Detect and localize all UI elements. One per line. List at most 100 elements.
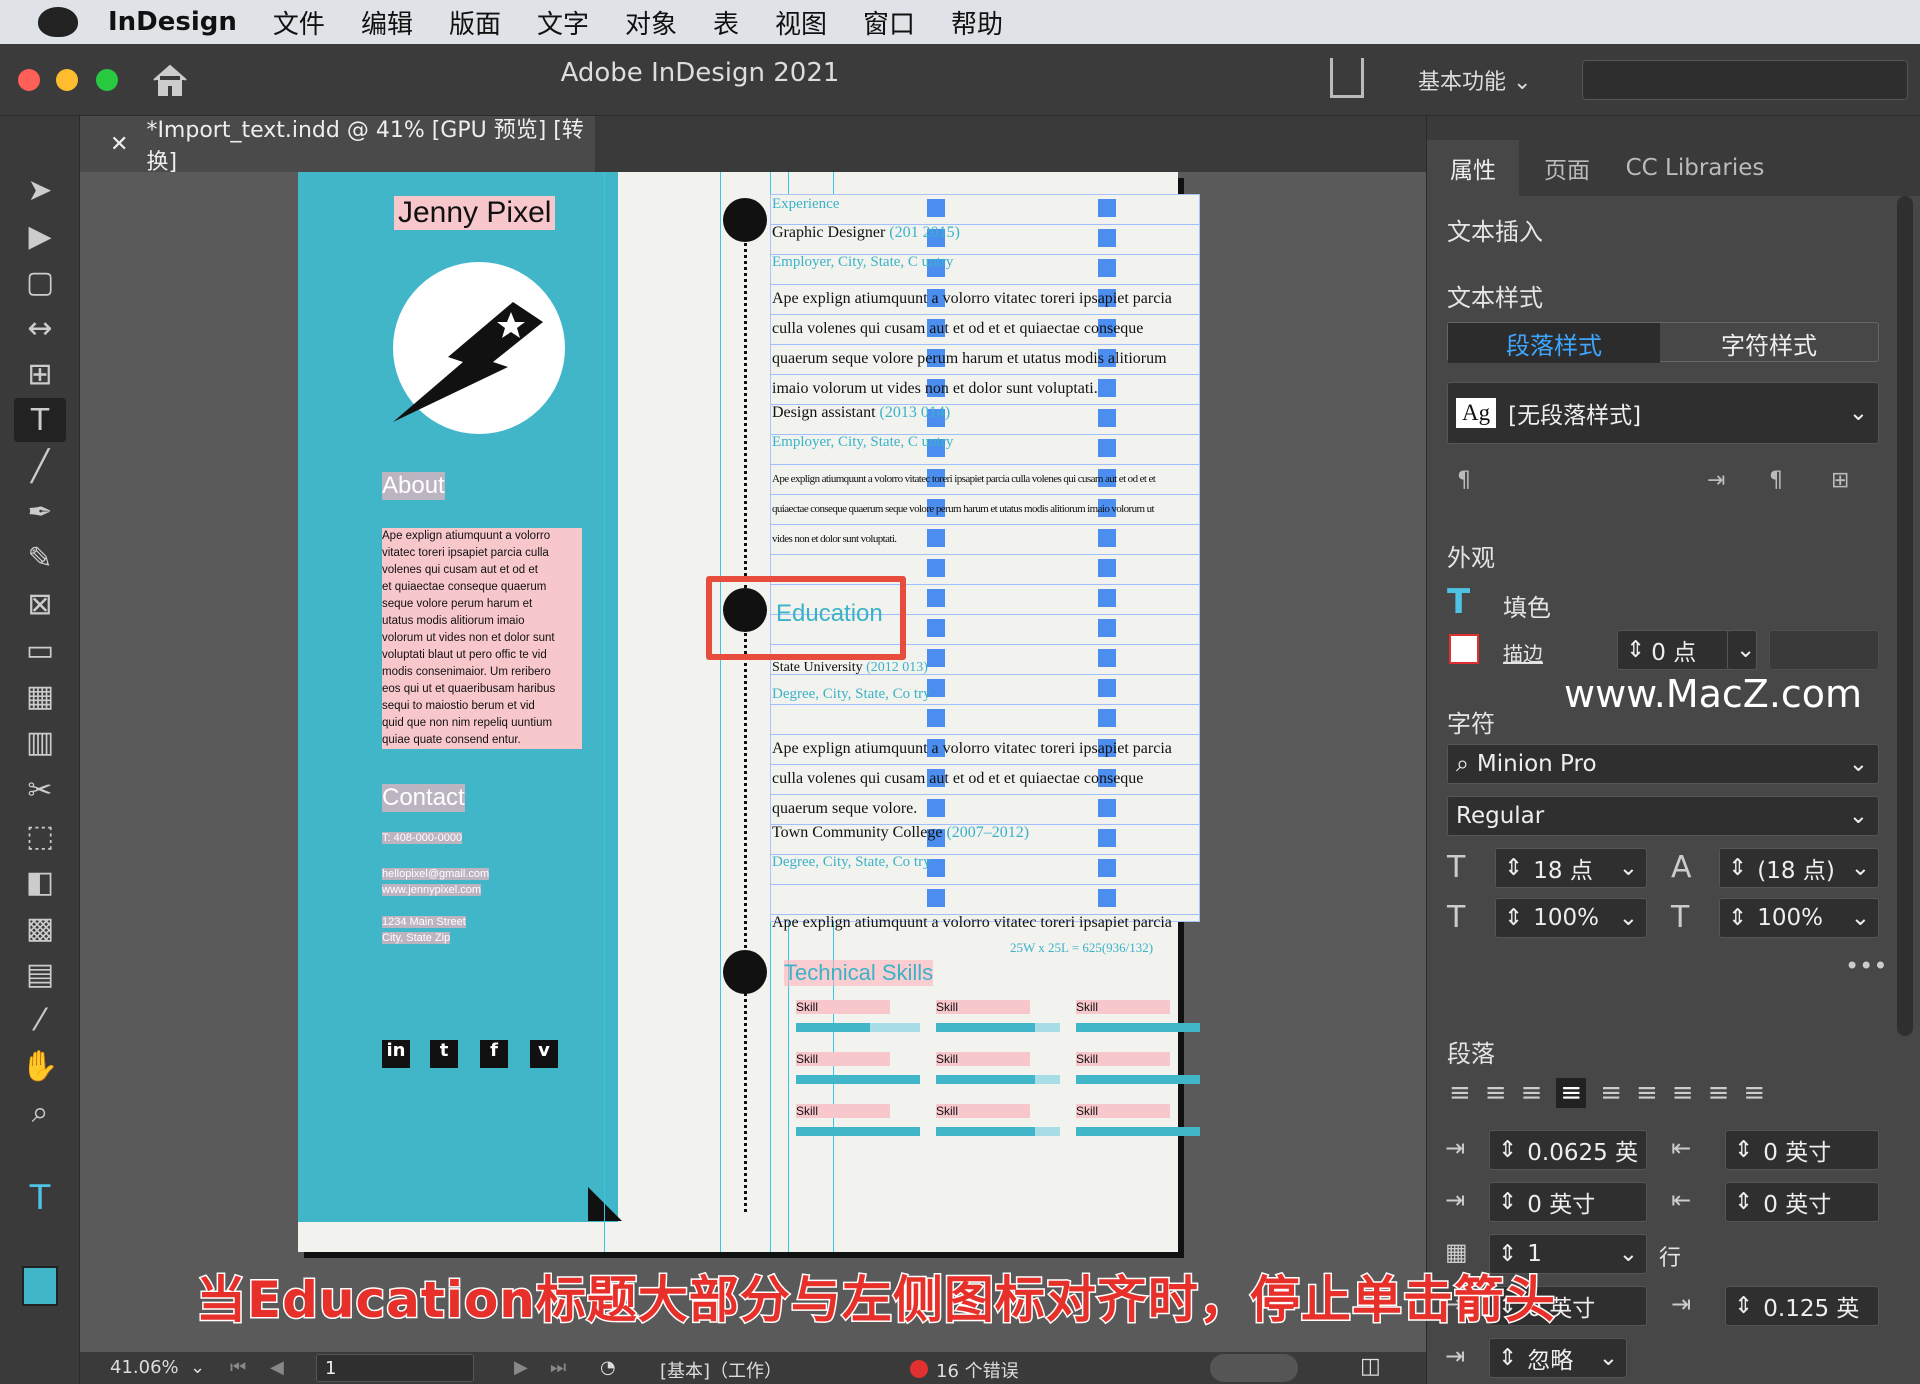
document-tab[interactable]: ✕ *Import_text.indd @ 41% [GPU 预览] [转换] — [80, 116, 595, 175]
pencil-tool-icon[interactable]: ✎ — [14, 536, 66, 580]
stepper-icon[interactable]: ⇕ — [1504, 905, 1523, 931]
degree-line-2[interactable]: Degree, City, State, Co try — [772, 854, 931, 871]
tools-icon[interactable] — [723, 950, 767, 994]
tab-cc-libraries[interactable]: CC Libraries — [1615, 140, 1775, 196]
stroke-weight-field[interactable]: ⇕ 0 点 — [1617, 630, 1729, 670]
apple-icon[interactable] — [38, 7, 78, 37]
line-tool-icon[interactable]: ╱ — [14, 444, 66, 488]
pilcrow-icon[interactable]: ¶ — [1457, 468, 1471, 493]
stepper-icon[interactable]: ⇕ — [1498, 1345, 1517, 1371]
gradient-feather-tool-icon[interactable]: ▩ — [14, 906, 66, 950]
tab-properties[interactable]: 属性 — [1427, 140, 1519, 196]
free-transform-tool-icon[interactable]: ⬚ — [14, 814, 66, 858]
align-away-spine-icon[interactable]: ≡ — [1743, 1078, 1765, 1108]
page-tool-icon[interactable]: ▢ — [14, 260, 66, 304]
search-input[interactable] — [1582, 60, 1908, 100]
paragraph-style-select[interactable]: Ag [无段落样式] ⌄ — [1447, 382, 1879, 444]
space-after-field[interactable]: ⇕ 0.125 英 — [1725, 1286, 1879, 1326]
leading-field[interactable]: ⇕ (18 点) ⌄ — [1719, 848, 1879, 888]
text-insert-label[interactable]: 文本插入 — [1447, 212, 1543, 247]
gap-tool-icon[interactable]: ↔ — [14, 306, 66, 350]
skills-heading[interactable]: Technical Skills — [784, 960, 934, 986]
grid-tool-icon[interactable]: ▥ — [14, 720, 66, 764]
stepper-icon[interactable]: ⇕ — [1728, 855, 1747, 881]
gradient-swatch-tool-icon[interactable]: ◧ — [14, 860, 66, 904]
skill-item[interactable]: Skill — [936, 996, 1060, 1032]
linkedin-icon[interactable]: in — [382, 1040, 410, 1068]
menu-type[interactable]: 文字 — [537, 4, 589, 41]
experience-heading[interactable]: Experience — [772, 196, 839, 213]
avatar[interactable] — [393, 262, 565, 434]
menu-view[interactable]: 视图 — [775, 4, 827, 41]
briefcase-icon[interactable] — [723, 198, 767, 242]
rectangle-tool-icon[interactable]: ▭ — [14, 628, 66, 672]
contact-heading[interactable]: Contact — [382, 784, 465, 812]
align-towards-spine-icon[interactable]: ≡ — [1708, 1078, 1730, 1108]
justify-center-icon[interactable]: ≡ — [1600, 1078, 1622, 1108]
type-tool-icon[interactable]: T — [14, 398, 66, 442]
job-title-1[interactable]: Graphic Designer (201 2015) — [772, 224, 960, 242]
about-body[interactable]: Ape explign atiumquunt a volorro vitatec… — [382, 528, 582, 749]
content-collector-icon[interactable]: ⊞ — [14, 352, 66, 396]
employer-line[interactable]: Employer, City, State, C untry — [772, 254, 953, 271]
align-to-grid-select[interactable]: ⇕ 忽略 ⌄ — [1489, 1338, 1627, 1378]
right-indent-field[interactable]: ⇕ 0 英寸 — [1725, 1130, 1879, 1170]
twitter-icon[interactable]: t — [430, 1040, 458, 1068]
stepper-icon[interactable]: ⇕ — [1734, 1137, 1753, 1163]
facebook-icon[interactable]: f — [480, 1040, 508, 1068]
skill-item[interactable]: Skill — [796, 1100, 920, 1136]
load-styles-icon[interactable]: ⇥ — [1707, 468, 1725, 493]
selection-tool-icon[interactable]: ➤ — [14, 168, 66, 212]
share-icon[interactable] — [1330, 58, 1364, 98]
skill-item[interactable]: Skill — [796, 1048, 920, 1084]
more-options-icon[interactable]: ••• — [1845, 952, 1887, 980]
next-page-icon[interactable]: ▶ — [514, 1357, 528, 1378]
align-right-icon[interactable]: ≡ — [1521, 1078, 1543, 1108]
panel-scrollbar[interactable] — [1897, 196, 1913, 1036]
stepper-icon[interactable]: ⇕ — [1734, 1293, 1753, 1319]
experience-paragraph-1[interactable]: Ape explign atiumquunt a volorro vitatec… — [772, 284, 1172, 404]
stroke-dropdown[interactable]: ⌄ — [1727, 630, 1757, 670]
resume-name[interactable]: Jenny Pixel — [394, 196, 556, 230]
align-left-icon[interactable]: ≡ — [1449, 1078, 1471, 1108]
skill-item[interactable]: Skill — [1076, 1100, 1200, 1136]
resume-sidebar[interactable]: Jenny Pixel About Ape explign atiumquunt… — [298, 172, 622, 1222]
contact-street[interactable]: 1234 Main Street — [382, 916, 466, 928]
menu-layout[interactable]: 版面 — [449, 4, 501, 41]
font-style-select[interactable]: Regular ⌄ — [1447, 796, 1879, 836]
error-count[interactable]: 16 个错误 — [936, 1357, 1019, 1383]
skill-item[interactable]: Skill — [1076, 996, 1200, 1032]
fill-label[interactable]: 填色 — [1503, 588, 1551, 623]
degree-line[interactable]: Degree, City, State, Co try — [772, 686, 931, 703]
menu-window[interactable]: 窗口 — [863, 4, 915, 41]
stepper-icon[interactable]: ⇕ — [1728, 905, 1747, 931]
split-window-icon[interactable]: ◫ — [1360, 1354, 1381, 1379]
school-2[interactable]: Town Community College (2007–2012) — [772, 824, 1029, 842]
menu-object[interactable]: 对象 — [625, 4, 677, 41]
last-page-icon[interactable]: ⏭ — [550, 1357, 566, 1378]
menu-app-name[interactable]: InDesign — [108, 7, 237, 37]
tab-pages[interactable]: 页面 — [1521, 140, 1613, 196]
pen-tool-icon[interactable]: ✒ — [14, 490, 66, 534]
fill-icon[interactable]: T — [1447, 582, 1470, 622]
justify-left-icon[interactable]: ≡ — [1556, 1078, 1587, 1108]
stepper-icon[interactable]: ⇕ — [1626, 637, 1645, 663]
menu-table[interactable]: 表 — [713, 4, 739, 41]
last-line-indent-field[interactable]: ⇕ 0 英寸 — [1725, 1182, 1879, 1222]
experience-paragraph-2[interactable]: Ape explign atiumquunt a volorro vitatec… — [772, 464, 1156, 554]
skill-item[interactable]: Skill — [1076, 1048, 1200, 1084]
scroll-thumb[interactable] — [1210, 1354, 1298, 1382]
fill-stroke-icon[interactable]: T — [14, 1176, 66, 1220]
contact-phone[interactable]: T: 408-000-0000 — [382, 832, 463, 844]
hand-tool-icon[interactable]: ✋ — [14, 1044, 66, 1088]
stepper-icon[interactable]: ⇕ — [1504, 855, 1523, 881]
paragraph-style-button[interactable]: 段落样式 — [1448, 323, 1660, 363]
job-title-2[interactable]: Design assistant (2013 014) — [772, 404, 950, 422]
vimeo-icon[interactable]: v — [530, 1040, 558, 1068]
contact-website[interactable]: www.jennypixel.com — [382, 884, 482, 896]
justify-all-icon[interactable]: ≡ — [1672, 1078, 1694, 1108]
left-indent-field[interactable]: ⇕ 0.0625 英 — [1489, 1130, 1647, 1170]
menu-help[interactable]: 帮助 — [951, 4, 1003, 41]
skill-item[interactable]: Skill — [796, 996, 920, 1032]
contact-city[interactable]: City, State Zip — [382, 932, 451, 944]
